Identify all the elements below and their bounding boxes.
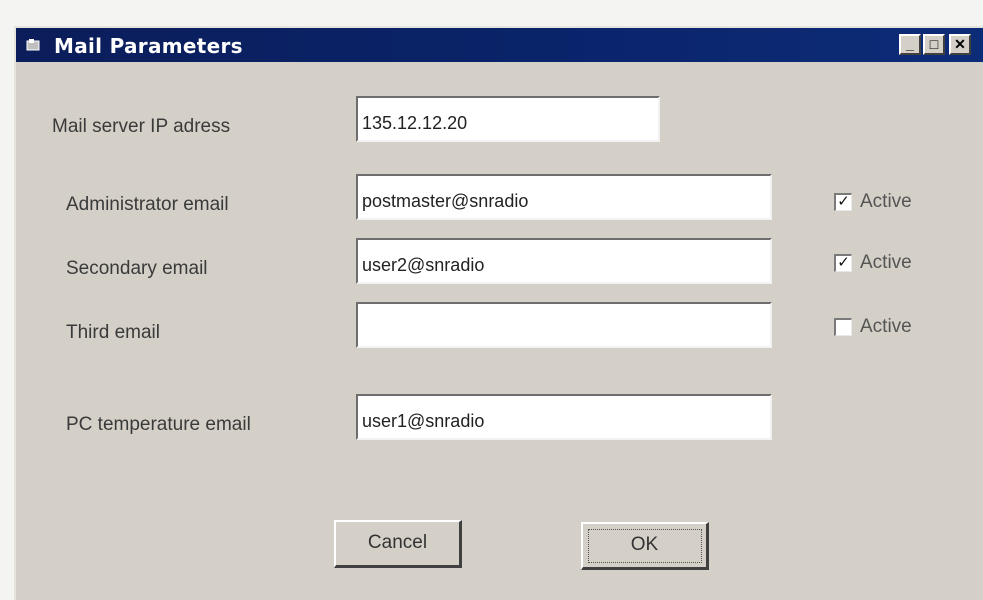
pc-temperature-email-input[interactable] xyxy=(356,394,772,440)
administrator-email-label: Administrator email xyxy=(66,194,229,215)
secondary-email-label: Secondary email xyxy=(66,258,208,279)
active-label: Active xyxy=(860,252,912,273)
maximize-icon: □ xyxy=(929,36,939,52)
administrator-active-checkbox[interactable]: ✓ Active xyxy=(834,191,944,217)
close-button[interactable]: ✕ xyxy=(949,34,971,55)
title-bar[interactable]: Mail Parameters _ □ ✕ xyxy=(16,28,983,62)
checkmark-icon: ✓ xyxy=(834,254,852,272)
pc-temperature-email-label: PC temperature email xyxy=(66,414,251,435)
administrator-email-input[interactable] xyxy=(356,174,772,220)
empty-checkbox-icon xyxy=(834,318,852,336)
cancel-button[interactable]: Cancel xyxy=(334,520,462,568)
minimize-button[interactable]: _ xyxy=(899,34,921,55)
mail-server-label: Mail server IP adress xyxy=(52,116,231,137)
third-email-input[interactable] xyxy=(356,302,772,348)
app-icon xyxy=(26,39,40,51)
active-label: Active xyxy=(860,191,912,212)
mail-parameters-window: Mail Parameters _ □ ✕ Mail server IP adr… xyxy=(14,26,983,600)
minimize-icon: _ xyxy=(906,36,914,52)
mail-server-ip-input[interactable] xyxy=(356,96,660,142)
secondary-email-input[interactable] xyxy=(356,238,772,284)
third-email-label: Third email xyxy=(66,322,160,343)
checkmark-icon: ✓ xyxy=(834,193,852,211)
third-active-checkbox[interactable]: Active xyxy=(834,316,944,342)
window-title: Mail Parameters xyxy=(54,34,243,58)
secondary-active-checkbox[interactable]: ✓ Active xyxy=(834,252,944,278)
maximize-button[interactable]: □ xyxy=(923,34,945,55)
active-label: Active xyxy=(860,316,912,337)
close-icon: ✕ xyxy=(954,36,966,52)
ok-button[interactable]: OK xyxy=(581,522,709,570)
